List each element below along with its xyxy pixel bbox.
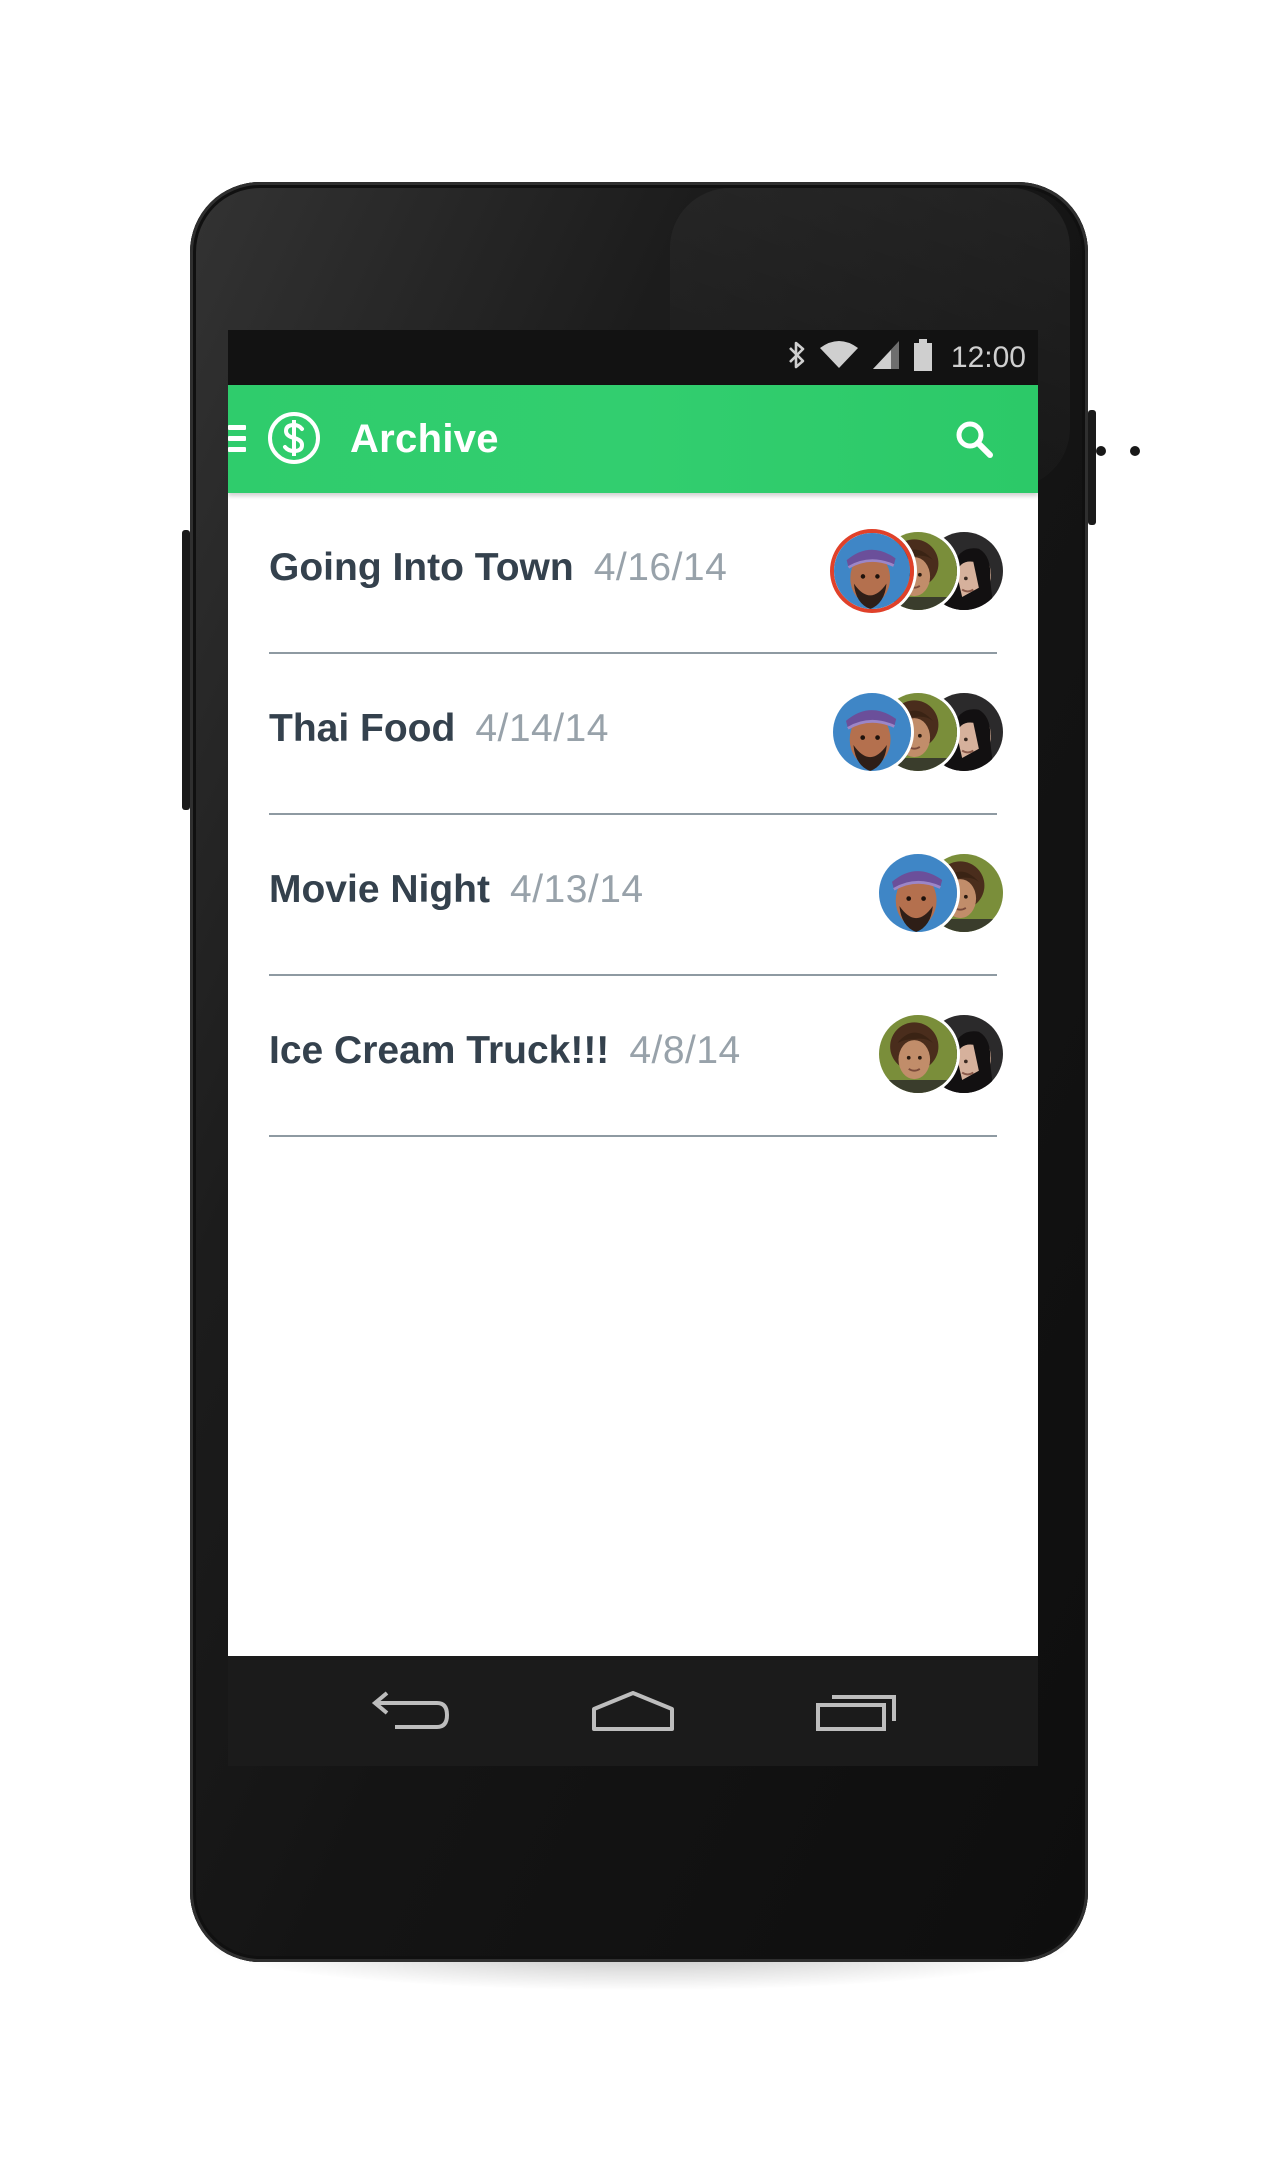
divider bbox=[269, 1135, 997, 1137]
item-title: Movie Night 4/13/14 bbox=[269, 865, 644, 915]
item-date: 4/16/14 bbox=[593, 546, 728, 589]
list-item[interactable]: Ice Cream Truck!!! 4/8/14 bbox=[228, 976, 1038, 1137]
participant-avatars bbox=[786, 529, 1006, 617]
archive-list: Going Into Town 4/16/14 Thai Food 4/14/1… bbox=[228, 493, 1038, 1137]
participant-avatars bbox=[786, 690, 1006, 778]
screen: 12:00 Archive Going Into Town 4/16/14 Th… bbox=[228, 330, 1038, 1766]
avatar[interactable] bbox=[830, 690, 914, 774]
participant-avatars bbox=[786, 1012, 1006, 1100]
item-date: 4/8/14 bbox=[629, 1029, 741, 1072]
stage: 12:00 Archive Going Into Town 4/16/14 Th… bbox=[0, 0, 1280, 2164]
item-title: Ice Cream Truck!!! 4/8/14 bbox=[269, 1026, 741, 1076]
proximity-sensor bbox=[1096, 446, 1106, 456]
light-sensor bbox=[1130, 446, 1140, 456]
item-title: Going Into Town 4/16/14 bbox=[269, 543, 727, 593]
menu-icon[interactable] bbox=[228, 425, 248, 455]
list-item[interactable]: Movie Night 4/13/14 bbox=[228, 815, 1038, 976]
page-title: Archive bbox=[350, 417, 499, 461]
avatar[interactable] bbox=[876, 1012, 960, 1096]
wifi-icon bbox=[819, 340, 859, 375]
status-bar: 12:00 bbox=[228, 330, 1038, 385]
bluetooth-icon bbox=[787, 339, 807, 376]
search-icon[interactable] bbox=[954, 419, 994, 459]
list-item[interactable]: Thai Food 4/14/14 bbox=[228, 654, 1038, 815]
status-time: 12:00 bbox=[950, 340, 1026, 374]
status-icons: 12:00 bbox=[787, 330, 1026, 385]
signal-icon bbox=[871, 339, 901, 376]
item-name: Ice Cream Truck!!! bbox=[269, 1029, 610, 1072]
volume-button bbox=[182, 530, 190, 810]
list-item[interactable]: Going Into Town 4/16/14 bbox=[228, 493, 1038, 654]
app-bar: Archive bbox=[228, 385, 1038, 493]
power-button bbox=[1088, 410, 1096, 525]
item-name: Going Into Town bbox=[269, 546, 574, 589]
item-name: Thai Food bbox=[269, 707, 456, 750]
avatar-selected[interactable] bbox=[830, 529, 914, 613]
recent-apps-icon[interactable] bbox=[810, 1689, 900, 1733]
item-name: Movie Night bbox=[269, 868, 490, 911]
item-date: 4/14/14 bbox=[475, 707, 609, 750]
back-icon[interactable] bbox=[365, 1689, 455, 1733]
participant-avatars bbox=[786, 851, 1006, 939]
item-title: Thai Food 4/14/14 bbox=[269, 704, 609, 754]
navigation-bar bbox=[228, 1656, 1038, 1766]
battery-icon bbox=[913, 338, 933, 377]
avatar[interactable] bbox=[876, 851, 960, 935]
home-icon[interactable] bbox=[588, 1689, 678, 1733]
dollar-logo-icon[interactable] bbox=[266, 410, 322, 466]
item-date: 4/13/14 bbox=[510, 868, 644, 911]
